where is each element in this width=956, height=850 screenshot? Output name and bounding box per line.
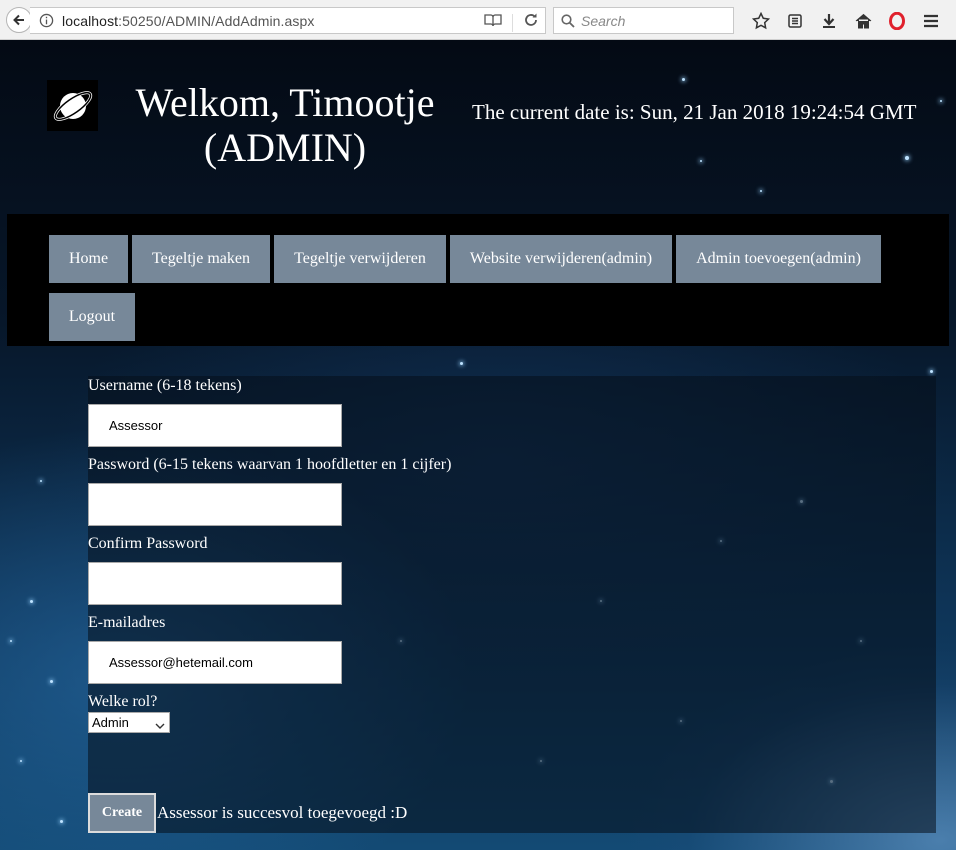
opera-icon[interactable] [880, 10, 914, 32]
download-icon[interactable] [812, 10, 846, 32]
search-icon [561, 13, 575, 28]
star [30, 600, 33, 603]
navbar: Home Tegeltje maken Tegeltje verwijderen… [7, 214, 949, 346]
star [50, 680, 53, 683]
username-field[interactable]: Assessor [88, 404, 342, 447]
role-select[interactable]: Admin [88, 712, 170, 733]
star [700, 160, 702, 162]
reader-view-icon[interactable] [484, 13, 502, 32]
current-date: The current date is: Sun, 21 Jan 2018 19… [472, 100, 917, 124]
planet-logo-icon [47, 80, 98, 131]
info-icon[interactable] [38, 13, 54, 29]
star [940, 100, 942, 102]
role-label: Welke rol? [88, 693, 158, 710]
star [760, 190, 762, 192]
success-message: Assessor is succesvol toegevoegd :D [157, 803, 408, 822]
url-host: localhost [62, 12, 119, 29]
star [40, 480, 42, 482]
star [930, 370, 933, 373]
nav-tegeltje-maken-button[interactable]: Tegeltje maken [132, 235, 270, 283]
nav-website-verwijderen-button[interactable]: Website verwijderen(admin) [450, 235, 672, 283]
confirm-password-field[interactable] [88, 562, 342, 605]
home-icon[interactable] [846, 10, 880, 32]
address-bar[interactable]: localhost:50250/ADMIN/AddAdmin.aspx [30, 7, 546, 34]
star [10, 640, 12, 642]
back-arrow-icon[interactable] [6, 7, 32, 33]
star [60, 820, 63, 823]
nav-tegeltje-verwijderen-button[interactable]: Tegeltje verwijderen [274, 235, 446, 283]
nav-admin-toevoegen-button[interactable]: Admin toevoegen(admin) [676, 235, 881, 283]
username-label: Username (6-18 tekens) [88, 377, 242, 394]
role-selected-value: Admin [92, 715, 129, 730]
url-separator [512, 13, 513, 32]
email-label: E-mailadres [88, 614, 166, 631]
password-label: Password (6-15 tekens waarvan 1 hoofdlet… [88, 456, 452, 473]
star [682, 78, 685, 81]
bookmark-star-icon[interactable] [744, 10, 778, 32]
search-placeholder: Search [581, 12, 626, 29]
menu-icon[interactable] [914, 10, 948, 32]
browser-toolbar: localhost:50250/ADMIN/AddAdmin.aspx Sear… [0, 0, 956, 40]
email-field[interactable]: Assessor@hetemail.com [88, 641, 342, 684]
password-field[interactable] [88, 483, 342, 526]
bookmarks-list-icon[interactable] [778, 10, 812, 32]
star [460, 362, 463, 365]
confirm-password-label: Confirm Password [88, 535, 208, 552]
page-title: Welkom, Timootje (ADMIN) [135, 80, 435, 170]
reload-icon[interactable] [523, 12, 539, 33]
page-background: Welkom, Timootje (ADMIN) The current dat… [0, 40, 956, 850]
url-text: localhost:50250/ADMIN/AddAdmin.aspx [62, 13, 315, 29]
search-bar[interactable]: Search [553, 7, 734, 34]
nav-home-button[interactable]: Home [49, 235, 128, 283]
create-button[interactable]: Create [88, 793, 156, 833]
star [905, 156, 909, 160]
chevron-down-icon [155, 718, 165, 733]
nav-logout-button[interactable]: Logout [49, 293, 135, 341]
url-path: :50250/ADMIN/AddAdmin.aspx [118, 12, 315, 29]
star [20, 760, 22, 762]
